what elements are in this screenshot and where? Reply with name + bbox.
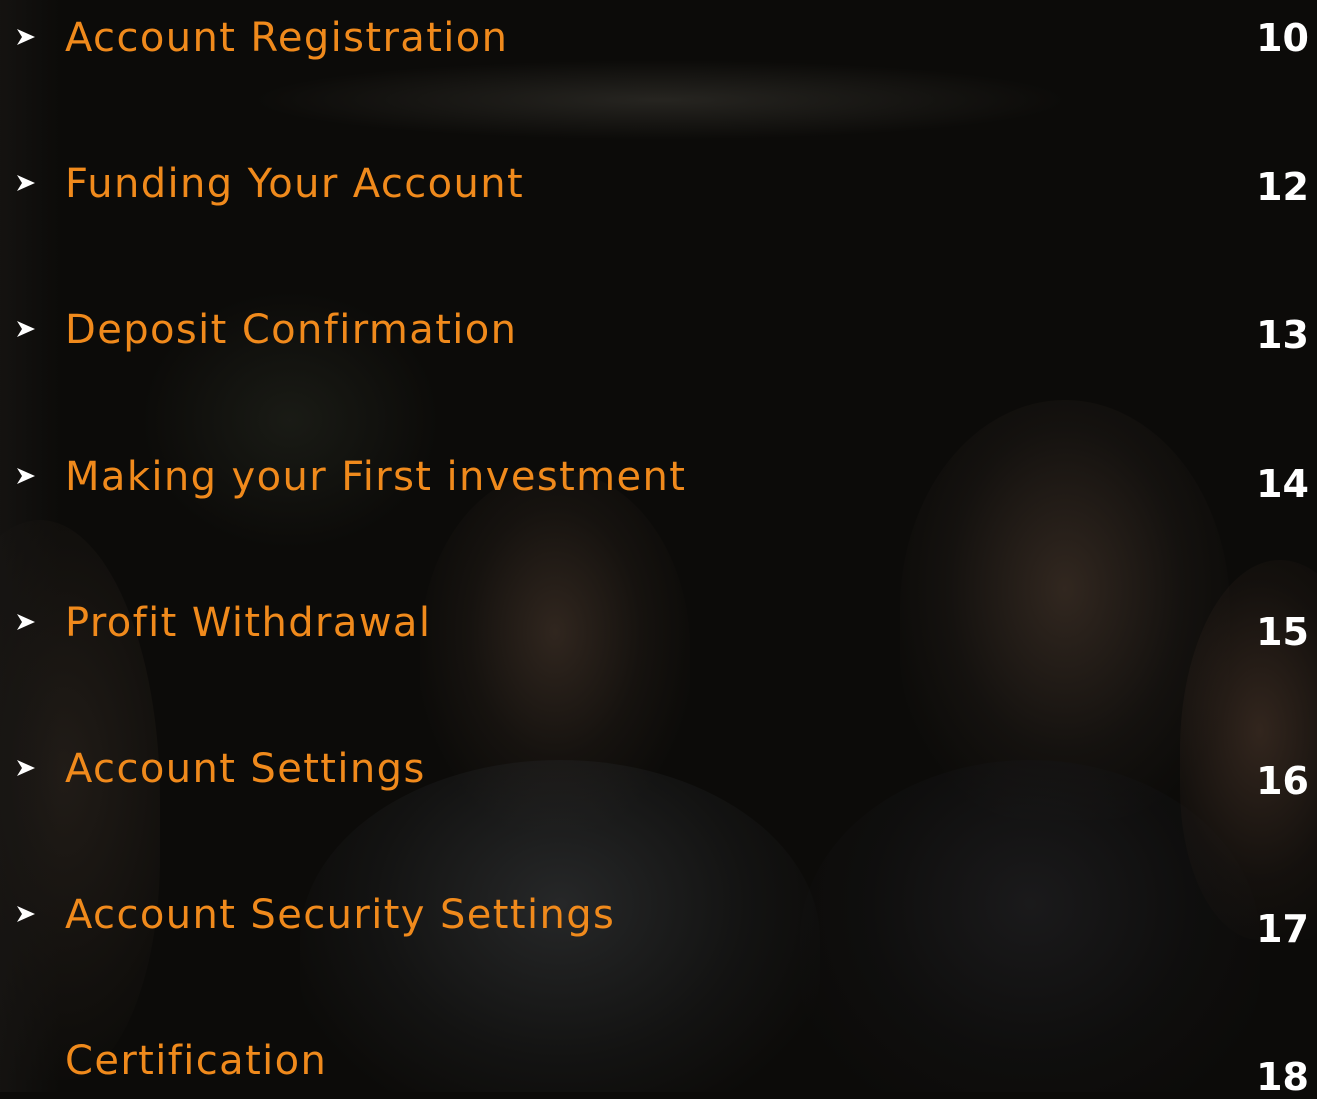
toc-item-title: Account Settings: [65, 746, 426, 792]
chevron-right-arrow-icon: [15, 26, 37, 48]
chevron-right-arrow-icon: [15, 172, 37, 194]
toc-item-deposit-confirmation[interactable]: Deposit Confirmation 13: [0, 300, 1317, 360]
toc-item-certification[interactable]: Certification 18: [0, 1031, 1317, 1096]
toc-item-making-your-first-investment[interactable]: Making your First investment 14: [0, 447, 1317, 507]
toc-item-page-number: 10: [1256, 16, 1309, 60]
toc-item-page-number: 16: [1256, 759, 1309, 803]
toc-item-account-security-settings[interactable]: Account Security Settings 17: [0, 885, 1317, 951]
chevron-right-arrow-icon: [15, 318, 37, 340]
toc-item-page-number: 18: [1256, 1055, 1309, 1099]
toc-item-account-settings[interactable]: Account Settings 16: [0, 739, 1317, 803]
toc-item-title: Funding Your Account: [65, 161, 525, 207]
toc-item-title: Account Security Settings: [65, 892, 616, 938]
chevron-right-arrow-icon: [15, 903, 37, 925]
toc-item-funding-your-account[interactable]: Funding Your Account 12: [0, 154, 1317, 214]
toc-item-page-number: 17: [1256, 907, 1309, 951]
toc-item-page-number: 12: [1256, 165, 1309, 209]
toc-item-title: Deposit Confirmation: [65, 307, 518, 353]
toc-item-title: Account Registration: [65, 15, 509, 61]
chevron-right-arrow-icon: [15, 611, 37, 633]
toc-item-profit-withdrawal[interactable]: Profit Withdrawal 15: [0, 593, 1317, 653]
toc-item-title: Profit Withdrawal: [65, 600, 432, 646]
toc-item-page-number: 14: [1256, 462, 1309, 506]
toc-item-title: Certification: [65, 1038, 328, 1084]
toc-item-title: Making your First investment: [65, 454, 687, 500]
chevron-right-arrow-icon: [15, 757, 37, 779]
table-of-contents: Account Registration 10 Funding Your Acc…: [0, 0, 1317, 1096]
toc-item-page-number: 15: [1256, 610, 1309, 654]
toc-item-account-registration[interactable]: Account Registration 10: [0, 8, 1317, 68]
chevron-right-arrow-icon: [15, 465, 37, 487]
toc-item-page-number: 13: [1256, 313, 1309, 357]
